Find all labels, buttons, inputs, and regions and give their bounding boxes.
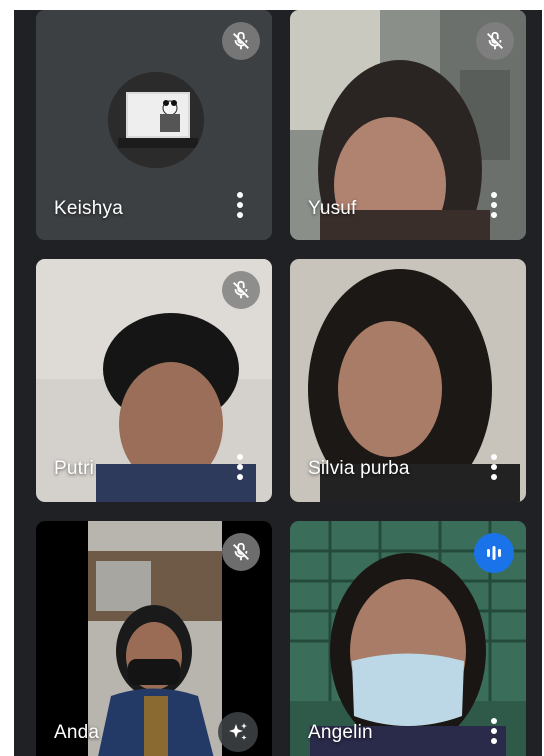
sparkle-icon[interactable] [218,712,258,752]
participant-name: Keishya [54,198,123,219]
participant-name: Angelin [308,722,373,743]
meeting-grid: Keishya Yusuf Putri Silvia purba Anda An… [14,10,542,756]
participant-tile-yusuf[interactable]: Yusuf [290,10,526,240]
participant-tile-anda[interactable]: Anda [36,521,272,756]
audio-level-icon [474,533,514,573]
more-vert-icon[interactable] [232,454,248,480]
mic-off-icon [222,271,260,309]
participant-tile-angelin[interactable]: Angelin [290,521,526,756]
more-vert-icon[interactable] [232,192,248,218]
participant-tile-putri[interactable]: Putri [36,259,272,502]
participant-name: Putri [54,458,95,479]
participant-name: Silvia purba [308,458,410,479]
participant-tile-keishya[interactable]: Keishya [36,10,272,240]
participant-name: Anda [54,722,100,743]
mic-off-icon [476,22,514,60]
more-vert-icon[interactable] [486,192,502,218]
avatar [108,72,204,168]
mic-off-icon [222,22,260,60]
more-vert-icon[interactable] [486,454,502,480]
participant-tile-silvia-purba[interactable]: Silvia purba [290,259,526,502]
participant-name: Yusuf [308,198,357,219]
more-vert-icon[interactable] [486,718,502,744]
mic-off-icon [222,533,260,571]
